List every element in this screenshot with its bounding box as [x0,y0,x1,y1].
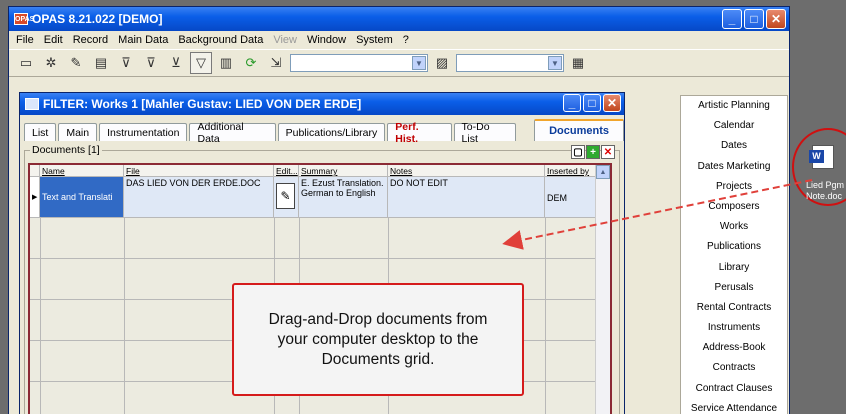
toolbar: ▭ ✲ ✎ ▤ ⊽ ⊽ ⊻ ▽ ▥ ⟳ ⇲ ▼ ▨ ▼ ▦ [9,49,789,77]
nav-item-instruments[interactable]: Instruments [681,318,787,338]
minimize-button[interactable]: _ [563,94,581,112]
desktop-file-label-line1: Lied Pgm [806,180,845,190]
nav-item-dates[interactable]: Dates [681,136,787,156]
menu-main-data[interactable]: Main Data [113,34,173,46]
documents-group-label: Documents [1] [30,144,102,156]
cell-notes[interactable]: DO NOT EDIT [388,177,545,218]
grid-line [545,218,546,414]
app-logo-icon: OPAS [14,13,34,25]
new-record-icon[interactable]: ▭ [15,52,37,74]
export-icon[interactable]: ⇲ [265,52,287,74]
delete-icon[interactable]: ✕ [601,145,615,159]
nav-item-address-book[interactable]: Address-Book [681,338,787,358]
saved-filter-icon[interactable]: ▨ [431,52,453,74]
column-header-file[interactable]: File [124,165,274,177]
edit-icon[interactable]: ✎ [65,52,87,74]
row-indicator-icon: ▶ [30,177,40,218]
nav-item-publications[interactable]: Publications [681,237,787,257]
empty-row[interactable] [30,218,600,259]
filter-table-icon[interactable]: ▤ [90,52,112,74]
nav-item-artistic-planning[interactable]: Artistic Planning [681,96,787,116]
new-document-icon[interactable]: ▢ [571,145,585,159]
menu-background-data[interactable]: Background Data [173,34,268,46]
filter-window-title: FILTER: Works 1 [Mahler Gustav: LIED VON… [43,97,362,111]
group-icon[interactable]: ✲ [40,52,62,74]
nav-item-calendar[interactable]: Calendar [681,116,787,136]
filter-record-icon[interactable]: ▥ [215,52,237,74]
filter-window-titlebar[interactable]: FILTER: Works 1 [Mahler Gustav: LIED VON… [20,93,624,115]
nav-item-perusals[interactable]: Perusals [681,278,787,298]
tab-perf-hist[interactable]: Perf. Hist. [387,121,452,145]
window-icon [25,98,39,110]
edit-document-icon[interactable]: ✎ [276,183,295,209]
nav-item-projects[interactable]: Projects [681,177,787,197]
grid-line [124,218,125,414]
desktop-file-label-line2: Note.doc [806,191,843,201]
cell-edit[interactable]: ✎ [274,177,299,218]
cell-name[interactable]: Text and Translati [40,177,124,218]
maximize-button[interactable]: □ [744,9,764,29]
nav-item-contracts[interactable]: Contracts [681,358,787,378]
tab-todo-list[interactable]: To-Do List [453,121,517,145]
settings-icon[interactable]: ▦ [567,52,589,74]
chevron-down-icon[interactable]: ▼ [548,56,562,70]
menu-system[interactable]: System [351,34,398,46]
desktop-file-label[interactable]: Lied Pgm Note.doc [806,180,846,202]
filter-clear-icon[interactable]: ⊻ [165,52,187,74]
maximize-button[interactable]: □ [583,94,601,112]
tab-publications-library[interactable]: Publications/Library [277,123,386,141]
filter-combo-2[interactable]: ▼ [456,54,564,72]
filter-active-icon[interactable]: ▽ [190,52,212,74]
tab-main[interactable]: Main [58,123,98,141]
chevron-down-icon[interactable]: ▼ [412,56,426,70]
tab-instrumentation[interactable]: Instrumentation [99,123,188,141]
menu-record[interactable]: Record [68,34,113,46]
column-header-name[interactable]: Name [40,165,124,177]
column-header-inserted-by[interactable]: Inserted by [545,165,600,177]
grid-scrollbar[interactable]: ▲ [595,165,610,414]
filter-icon[interactable]: ⊽ [115,52,137,74]
close-button[interactable]: ✕ [603,94,621,112]
tab-bar: List Main Instrumentation Additional Dat… [20,119,624,145]
window-titlebar[interactable]: OPAS OPAS 8.21.022 [DEMO] _ □ ✕ [9,7,789,31]
grid-line [40,218,41,414]
filter-plus-icon[interactable]: ⊽ [140,52,162,74]
nav-item-contract-clauses[interactable]: Contract Clauses [681,379,787,399]
instruction-callout: Drag-and-Drop documents from your comput… [232,283,524,396]
menu-bar: File Edit Record Main Data Background Da… [9,31,789,49]
nav-item-dates-marketing[interactable]: Dates Marketing [681,157,787,177]
chevron-up-icon[interactable]: ▲ [596,165,610,179]
minimize-button[interactable]: _ [722,9,742,29]
refresh-icon[interactable]: ⟳ [240,52,262,74]
menu-edit[interactable]: Edit [39,34,68,46]
menu-view: View [273,34,297,46]
tab-documents[interactable]: Documents [534,119,624,141]
column-header-edit[interactable]: Edit... [274,165,299,177]
tab-list[interactable]: List [24,123,57,141]
window-title: OPAS 8.21.022 [DEMO] [32,12,163,26]
column-header-notes[interactable]: Notes [388,165,545,177]
nav-item-works[interactable]: Works [681,217,787,237]
row-indicator-header [30,165,40,177]
cell-summary[interactable]: E. Ezust Translation. German to English [299,177,388,218]
nav-item-service-attendance[interactable]: Service Attendance [681,399,787,414]
tab-additional-data[interactable]: Additional Data [189,121,276,145]
filter-combo-1[interactable]: ▼ [290,54,428,72]
word-document-icon[interactable]: W [809,145,834,169]
cell-inserted-by[interactable]: DEM [545,177,600,218]
menu-help[interactable]: ? [398,34,414,46]
nav-item-composers[interactable]: Composers [681,197,787,217]
word-logo-icon: W [809,150,824,163]
add-icon[interactable]: + [586,145,600,159]
column-header-summary[interactable]: Summary [299,165,388,177]
nav-item-library[interactable]: Library [681,258,787,278]
navigation-panel: Artistic Planning Calendar Dates Dates M… [680,95,788,414]
close-button[interactable]: ✕ [766,9,786,29]
cell-file[interactable]: DAS LIED VON DER ERDE.DOC [124,177,274,218]
menu-file[interactable]: File [11,34,39,46]
menu-window[interactable]: Window [302,34,351,46]
nav-item-rental-contracts[interactable]: Rental Contracts [681,298,787,318]
